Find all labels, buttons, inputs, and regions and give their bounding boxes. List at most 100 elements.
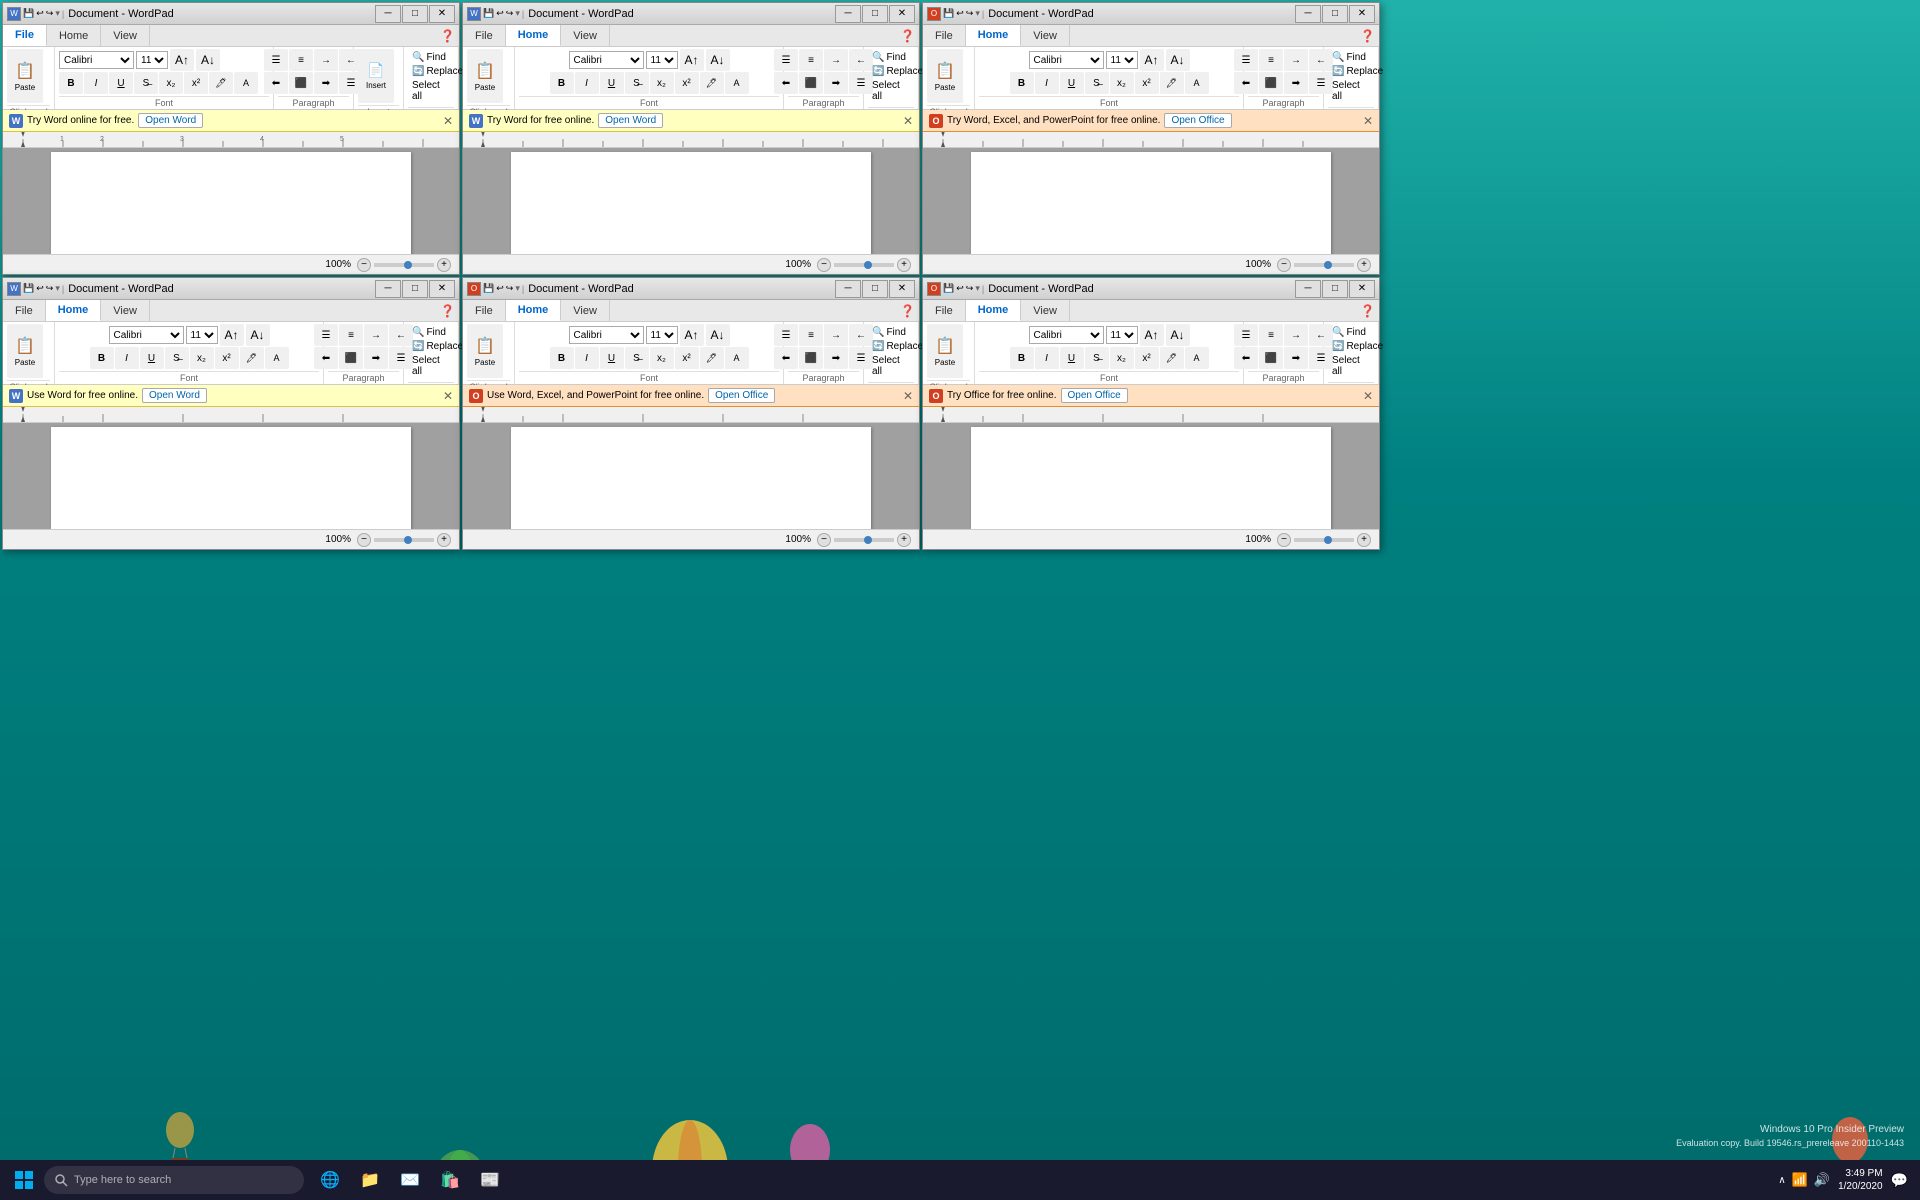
color-btn-2[interactable]: A bbox=[725, 72, 749, 94]
notif-btn-1[interactable]: Open Word bbox=[138, 113, 203, 128]
font-select-2[interactable]: Calibri bbox=[569, 51, 644, 69]
indent-btn-6[interactable]: → bbox=[1284, 324, 1308, 346]
super-btn-3[interactable]: x² bbox=[1135, 72, 1159, 94]
sub-btn-2[interactable]: x₂ bbox=[650, 72, 674, 94]
select-all-item-1[interactable]: Select all bbox=[410, 79, 452, 103]
zoom-in-5[interactable]: + bbox=[897, 533, 911, 547]
minimize-btn-5[interactable]: ─ bbox=[835, 280, 861, 298]
quick-save-4[interactable]: 💾 bbox=[23, 283, 34, 294]
indent-btn-3[interactable]: → bbox=[1284, 49, 1308, 71]
minimize-btn-3[interactable]: ─ bbox=[1295, 5, 1321, 23]
grow-btn-4[interactable]: A↑ bbox=[220, 324, 244, 346]
grow-btn-5[interactable]: A↑ bbox=[680, 324, 704, 346]
close-btn-1[interactable]: ✕ bbox=[429, 5, 455, 23]
size-select-5[interactable]: 11 bbox=[646, 326, 678, 344]
start-button[interactable] bbox=[4, 1162, 44, 1198]
qat-dropdown-5[interactable]: ▾ bbox=[515, 283, 520, 294]
align-left-5[interactable]: ⬅ bbox=[774, 347, 798, 369]
doc-page-5[interactable] bbox=[511, 427, 871, 529]
strikethrough-btn-3[interactable]: S̶ bbox=[1085, 72, 1109, 94]
doc-page-1[interactable] bbox=[51, 152, 411, 254]
taskbar-search[interactable]: Type here to search bbox=[44, 1166, 304, 1194]
zoom-slider-2[interactable] bbox=[834, 263, 894, 267]
tray-network-icon[interactable]: 📶 bbox=[1792, 1172, 1808, 1188]
font-select-5[interactable]: Calibri bbox=[569, 326, 644, 344]
align-center-4[interactable]: ⬛ bbox=[339, 347, 363, 369]
grow-btn-2[interactable]: A↑ bbox=[680, 49, 704, 71]
italic-btn-1[interactable]: I bbox=[84, 72, 108, 94]
notif-btn-4[interactable]: Open Word bbox=[142, 388, 207, 403]
size-select-1[interactable]: 11 bbox=[136, 51, 168, 69]
quick-redo-4[interactable]: ↪ bbox=[46, 283, 54, 294]
action-center-icon[interactable]: 💬 bbox=[1891, 1172, 1908, 1189]
home-tab-4[interactable]: Home bbox=[46, 300, 102, 321]
select-all-item-5[interactable]: Select all bbox=[870, 354, 912, 378]
italic-btn-6[interactable]: I bbox=[1035, 347, 1059, 369]
notif-btn-2[interactable]: Open Word bbox=[598, 113, 663, 128]
select-all-item-3[interactable]: Select all bbox=[1330, 79, 1372, 103]
replace-item-3[interactable]: 🔄 Replace bbox=[1330, 65, 1372, 78]
shrink-btn-4[interactable]: A↓ bbox=[246, 324, 270, 346]
indent-btn-5[interactable]: → bbox=[824, 324, 848, 346]
num-btn-3[interactable]: ≡ bbox=[1259, 49, 1283, 71]
align-center-2[interactable]: ⬛ bbox=[799, 72, 823, 94]
grow-btn-6[interactable]: A↑ bbox=[1140, 324, 1164, 346]
align-left-1[interactable]: ⬅ bbox=[264, 72, 288, 94]
num-btn-1[interactable]: ≡ bbox=[289, 49, 313, 71]
view-tab-6[interactable]: View bbox=[1021, 300, 1070, 321]
zoom-in-3[interactable]: + bbox=[1357, 258, 1371, 272]
super-btn-2[interactable]: x² bbox=[675, 72, 699, 94]
quick-save-3[interactable]: 💾 bbox=[943, 8, 954, 19]
quick-save-1[interactable]: 💾 bbox=[23, 8, 34, 19]
align-left-4[interactable]: ⬅ bbox=[314, 347, 338, 369]
list-btn-3[interactable]: ☰ bbox=[1234, 49, 1258, 71]
quick-save-5[interactable]: 💾 bbox=[483, 283, 494, 294]
help-btn-6[interactable]: ❓ bbox=[1360, 304, 1375, 318]
bold-btn-4[interactable]: B bbox=[90, 347, 114, 369]
view-tab-4[interactable]: View bbox=[101, 300, 150, 321]
list-btn-1[interactable]: ☰ bbox=[264, 49, 288, 71]
quick-redo-2[interactable]: ↪ bbox=[506, 8, 514, 19]
notif-close-4[interactable]: ✕ bbox=[443, 389, 453, 403]
paste-btn-2[interactable]: 📋 Paste bbox=[467, 49, 503, 103]
grow-btn-1[interactable]: A↑ bbox=[170, 49, 194, 71]
paste-btn-3[interactable]: 📋 Paste bbox=[927, 49, 963, 103]
indent-btn-4[interactable]: → bbox=[364, 324, 388, 346]
notif-close-6[interactable]: ✕ bbox=[1363, 389, 1373, 403]
paste-btn-5[interactable]: 📋 Paste bbox=[467, 324, 503, 378]
doc-page-2[interactable] bbox=[511, 152, 871, 254]
zoom-in-4[interactable]: + bbox=[437, 533, 451, 547]
find-item-1[interactable]: 🔍 Find bbox=[410, 51, 452, 64]
strikethrough-btn-5[interactable]: S̶ bbox=[625, 347, 649, 369]
align-left-2[interactable]: ⬅ bbox=[774, 72, 798, 94]
doc-page-3[interactable] bbox=[971, 152, 1331, 254]
highlight-btn-1[interactable]: 🖊 bbox=[209, 72, 233, 94]
doc-page-4[interactable] bbox=[51, 427, 411, 529]
minimize-btn-2[interactable]: ─ bbox=[835, 5, 861, 23]
align-center-6[interactable]: ⬛ bbox=[1259, 347, 1283, 369]
bold-btn-5[interactable]: B bbox=[550, 347, 574, 369]
super-btn-1[interactable]: x² bbox=[184, 72, 208, 94]
select-all-item-4[interactable]: Select all bbox=[410, 354, 452, 378]
qat-dropdown-2[interactable]: ▾ bbox=[515, 8, 520, 19]
bold-btn-3[interactable]: B bbox=[1010, 72, 1034, 94]
italic-btn-2[interactable]: I bbox=[575, 72, 599, 94]
color-btn-4[interactable]: A bbox=[265, 347, 289, 369]
size-select-3[interactable]: 11 bbox=[1106, 51, 1138, 69]
quick-undo-4[interactable]: ↩ bbox=[36, 283, 44, 294]
insert-btn-1[interactable]: 📄 Insert bbox=[358, 49, 394, 103]
shrink-btn-3[interactable]: A↓ bbox=[1166, 49, 1190, 71]
sub-btn-5[interactable]: x₂ bbox=[650, 347, 674, 369]
super-btn-6[interactable]: x² bbox=[1135, 347, 1159, 369]
zoom-out-5[interactable]: − bbox=[817, 533, 831, 547]
quick-redo-3[interactable]: ↪ bbox=[966, 8, 974, 19]
quick-redo-5[interactable]: ↪ bbox=[506, 283, 514, 294]
underline-btn-2[interactable]: U bbox=[600, 72, 624, 94]
color-btn-5[interactable]: A bbox=[725, 347, 749, 369]
align-right-2[interactable]: ➡ bbox=[824, 72, 848, 94]
home-tab-2[interactable]: Home bbox=[506, 25, 562, 46]
taskbar-store-icon[interactable]: 🛍️ bbox=[432, 1162, 468, 1198]
qat-dropdown-1[interactable]: ▾ bbox=[55, 8, 60, 19]
help-btn-1[interactable]: ❓ bbox=[440, 29, 455, 43]
list-btn-5[interactable]: ☰ bbox=[774, 324, 798, 346]
